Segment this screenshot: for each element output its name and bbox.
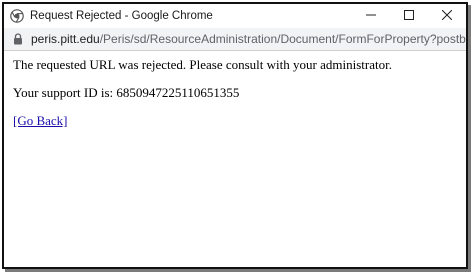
support-id: Your support ID is: 6850947225110651355 [13,85,240,100]
chrome-icon [10,9,24,23]
title-bar: Request Rejected - Google Chrome [4,4,466,28]
minimize-button[interactable] [352,4,390,28]
url-path: /Peris/sd/ResourceAdministration/Documen… [99,32,466,46]
close-button[interactable] [428,4,466,28]
minimize-icon [366,7,376,25]
lock-icon[interactable] [12,32,24,46]
close-icon [441,7,453,25]
url-host: peris.pitt.edu [31,32,100,46]
rejection-message: The requested URL was rejected. Please c… [13,57,392,72]
browser-window: Request Rejected - Google Chrome peris.p… [2,2,468,269]
maximize-button[interactable] [390,4,428,28]
url-text[interactable]: peris.pitt.edu/Peris/sd/ResourceAdminist… [31,32,466,46]
page-content: The requested URL was rejected. Please c… [4,51,466,147]
maximize-icon [404,7,414,25]
go-back-link[interactable]: [Go Back] [13,113,68,128]
window-title: Request Rejected - Google Chrome [30,10,213,22]
window-controls [352,4,466,28]
address-bar[interactable]: peris.pitt.edu/Peris/sd/ResourceAdminist… [4,28,466,51]
